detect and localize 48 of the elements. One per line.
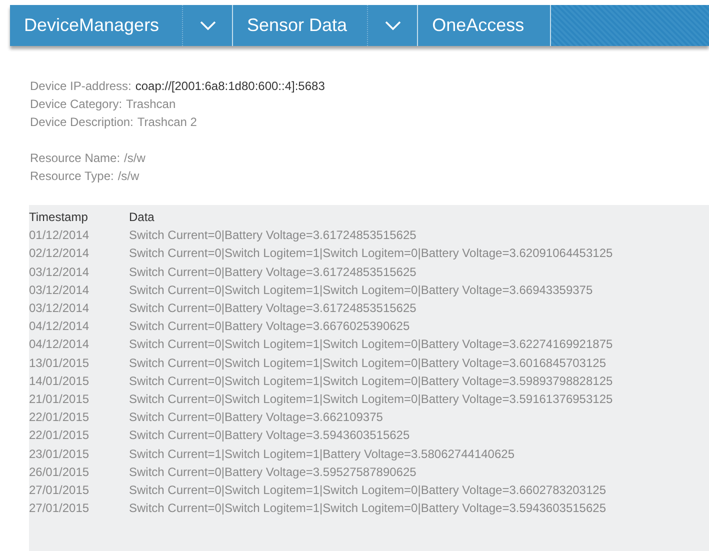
table-cell-text: 02/12/2014 [29, 245, 90, 262]
field-value: coap://[2001:6a8:1d80:600::4]:5683 [135, 79, 325, 93]
table-cell-text: Switch Current=0|Battery Voltage=3.61724853515625 [129, 227, 416, 244]
field-label: Device Description: [30, 115, 134, 129]
field-label: Resource Name: [30, 151, 120, 165]
field-label: Resource Type: [30, 169, 114, 183]
table-cell-text: Switch Current=0|Switch Logitem=1|Switch Logitem=0|Battery Voltage=3.66943359375 [129, 282, 593, 299]
nav-link[interactable]: Sensor Data [233, 5, 368, 46]
table-cell-text: 23/01/2015 [29, 446, 90, 463]
table-cell-text: 26/01/2015 [29, 464, 90, 481]
table-cell-text: Switch Current=0|Battery Voltage=3.61724853515625 [129, 264, 416, 281]
table-cell-text: Switch Current=0|Switch Logitem=1|Switch Logitem=0|Battery Voltage=3.62091064453125 [129, 245, 613, 262]
table-cell-text: Switch Current=0|Battery Voltage=3.662109375 [129, 409, 383, 426]
field-label: Device Category: [30, 97, 122, 111]
table-cell-text: Switch Current=1|Switch Logitem=1|Battery Voltage=3.58062744140625 [129, 446, 514, 463]
table-cell-text: 03/12/2014 [29, 300, 90, 318]
table-cell-text: 01/12/2014 [29, 227, 90, 244]
table-cell-text: 04/12/2014 [29, 336, 90, 354]
table-cell-text: Switch Current=0|Switch Logitem=1|Switch Logitem=0|Battery Voltage=3.6602783203125 [129, 482, 606, 500]
table-cell-text: Switch Current=0|Battery Voltage=3.5943603515625 [129, 427, 410, 444]
field-label: Device IP-address: [30, 79, 132, 93]
table-cell-text: Switch Current=0|Switch Logitem=1|Switch Logitem=0|Battery Voltage=3.5943603515625 [129, 500, 606, 518]
table-cell-text: Switch Current=0|Switch Logitem=1|Switch Logitem=0|Battery Voltage=3.62274169921875 [129, 336, 613, 354]
column-header: Timestamp [29, 209, 89, 226]
chevron-down-icon [200, 20, 216, 30]
table-cell-text: Switch Current=0|Switch Logitem=1|Switch Logitem=0|Battery Voltage=3.59161376953125 [129, 391, 613, 408]
table-cell-text: 03/12/2014 [29, 264, 90, 281]
table-cell-text: 03/12/2014 [29, 282, 90, 299]
table-cell-text: Switch Current=0|Switch Logitem=1|Switch Logitem=0|Battery Voltage=3.6016845703125 [129, 354, 606, 372]
table-cell-text: 27/01/2015 [29, 482, 90, 500]
table-cell-text: 22/01/2015 [29, 427, 90, 444]
table-cell-text: 13/01/2015 [29, 354, 90, 372]
table-cell-text: Switch Current=0|Battery Voltage=3.6676025390625 [129, 318, 410, 336]
table-cell-text: 21/01/2015 [29, 391, 90, 408]
field-value: Trashcan 2 [137, 115, 197, 129]
table-cell-text: 04/12/2014 [29, 318, 90, 336]
column-header: Data [129, 209, 154, 226]
table-cell-text: 27/01/2015 [29, 500, 90, 518]
field-value: Trashcan [126, 97, 176, 111]
field-value: /s/w [118, 169, 140, 183]
chevron-down-icon [384, 20, 401, 30]
table-cell-text: Switch Current=0|Battery Voltage=3.61724853515625 [129, 300, 416, 318]
table-cell-text: 14/01/2015 [29, 372, 90, 390]
table-cell-text: Switch Current=0|Switch Logitem=1|Switch Logitem=0|Battery Voltage=3.59893798828125 [129, 372, 613, 390]
table-cell-text: Switch Current=0|Battery Voltage=3.59527587890625 [129, 464, 416, 481]
table-cell-text: 22/01/2015 [29, 409, 90, 426]
field-value: /s/w [124, 151, 146, 165]
nav-link[interactable]: DeviceManagers [10, 5, 183, 46]
